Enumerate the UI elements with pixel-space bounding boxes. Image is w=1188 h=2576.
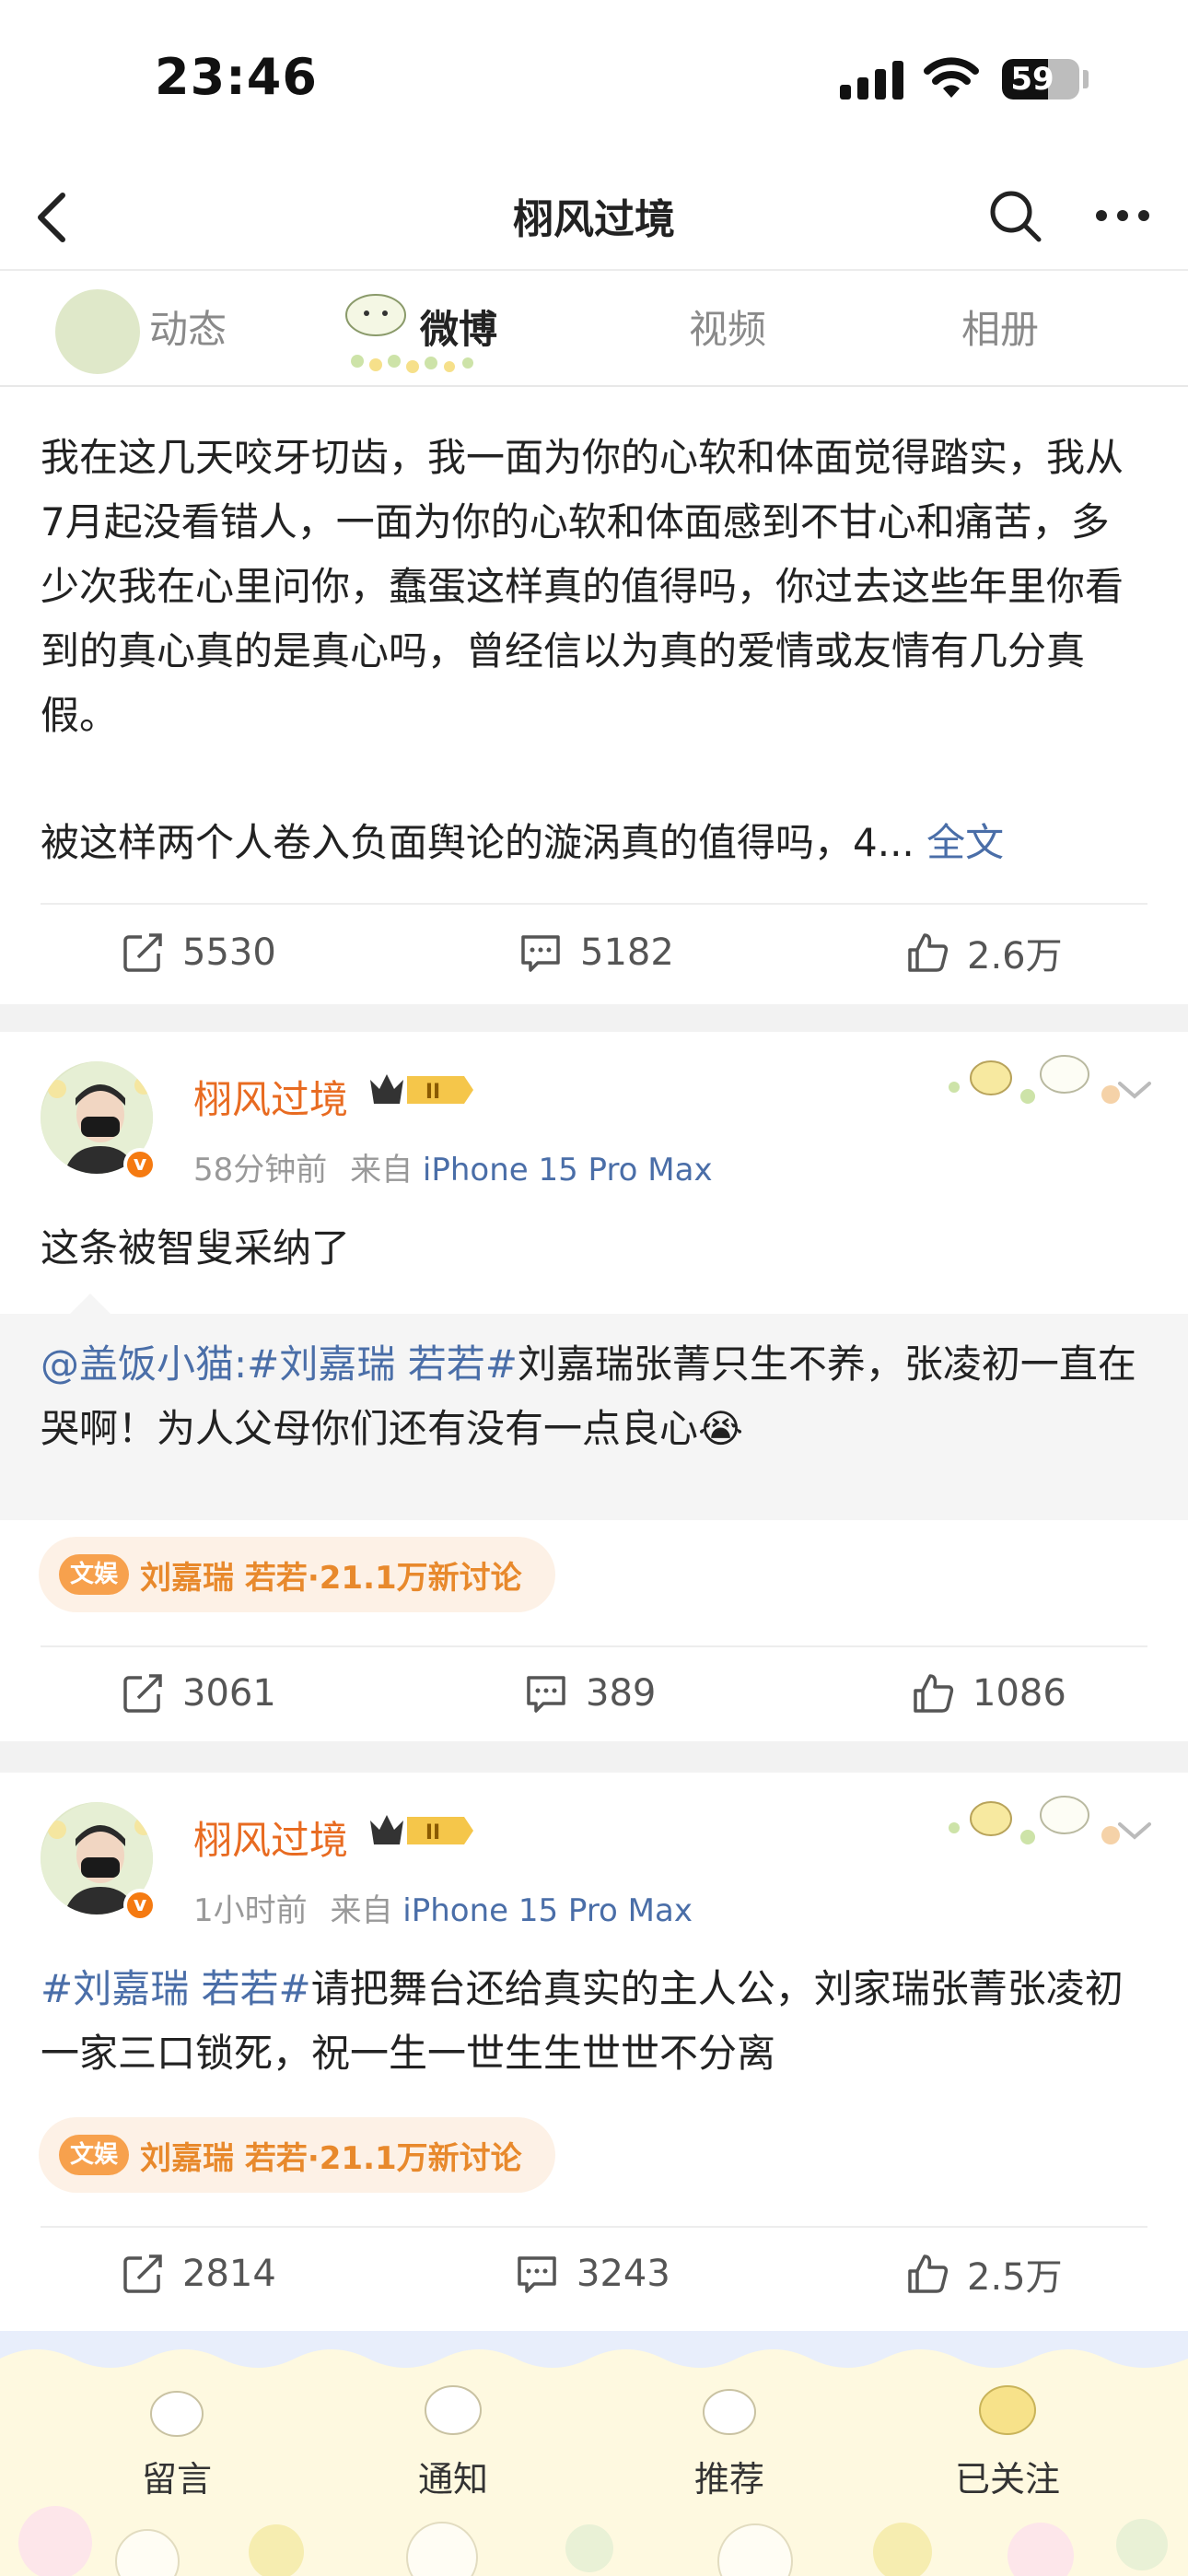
action-bar: 3061 389 1086 — [0, 1647, 1188, 1739]
repost-icon — [123, 1674, 162, 1713]
bottom-toolbar: 留言 通知 推荐 已关注 — [0, 2331, 1188, 2576]
topic-category-badge: 文娱 — [59, 1554, 130, 1595]
repost-count: 3061 — [182, 1672, 276, 1715]
comment-count: 3243 — [577, 2253, 670, 2295]
like-count: 2.5万 — [967, 2256, 1063, 2299]
thumbs-up-icon — [908, 2254, 949, 2293]
post-meta: 58分钟前 来自 iPhone 15 Pro Max — [193, 1144, 713, 1189]
quoted-user-link[interactable]: @盖饭小猫: — [41, 1341, 247, 1387]
quoted-post[interactable]: @盖饭小猫:#刘嘉瑞 若若#刘嘉瑞张菁只生不养，张凌初一直在哭啊！为人父母你们还… — [0, 1294, 1188, 1520]
bottom-tab-recommend[interactable]: 推荐 — [656, 2451, 803, 2501]
repost-icon — [123, 933, 162, 972]
repost-count: 2814 — [182, 2253, 276, 2295]
hashtag-link[interactable]: #刘嘉瑞 若若# — [41, 1966, 311, 2011]
bottom-tab-following[interactable]: 已关注 — [934, 2451, 1081, 2501]
battery-cap — [1083, 70, 1089, 88]
chevron-down-icon[interactable] — [1114, 1076, 1155, 1104]
post-text-continued: 被这样两个人卷入负面舆论的漩涡真的值得吗，4... 全文 — [41, 811, 1147, 875]
comment-button[interactable]: 389 — [525, 1647, 656, 1739]
topic-text: 刘嘉瑞 若若·21.1万新讨论 — [140, 1559, 522, 1597]
quote-notch — [70, 1294, 111, 1314]
repost-button[interactable]: 5530 — [122, 907, 276, 999]
repost-button[interactable]: 3061 — [122, 1647, 276, 1739]
cellular-signal-icon — [840, 61, 903, 100]
repost-button[interactable]: 2814 — [122, 2228, 276, 2320]
comment-button[interactable]: 5182 — [519, 907, 674, 999]
username[interactable]: 栩风过境 — [193, 1809, 348, 1866]
like-button[interactable]: 1086 — [912, 1647, 1066, 1739]
comment-icon — [527, 1676, 565, 1713]
divider — [41, 903, 1147, 905]
search-icon[interactable] — [985, 186, 1044, 245]
tab-album[interactable]: 相册 — [908, 299, 1092, 355]
avatar[interactable] — [52, 286, 144, 378]
post-text-part: 被这样两个人卷入负面舆论的漩涡真的值得吗，4... — [41, 820, 914, 865]
battery-level: 59 — [1010, 61, 1054, 98]
post-text: 这条被智叟采纳了 — [41, 1225, 351, 1270]
profile-tabs: 动态 微博 视频 相册 — [0, 269, 1188, 387]
username[interactable]: 栩风过境 — [193, 1069, 348, 1125]
nav-header: 栩风过境 — [0, 166, 1188, 269]
bottom-tab-messages[interactable]: 留言 — [103, 2451, 250, 2501]
post-card-2: v 栩风过境 II 58分钟前 来自 iPhone 15 Pro Max 这条被… — [0, 1032, 1188, 1741]
svg-text:II: II — [425, 1081, 440, 1104]
vip-crown-badge-icon[interactable]: II — [367, 1809, 477, 1852]
topic-chip[interactable]: 文娱 刘嘉瑞 若若·21.1万新讨论 — [39, 2117, 555, 2193]
comment-button[interactable]: 3243 — [516, 2228, 670, 2320]
crying-emoji-icon: 😭 — [698, 1406, 744, 1451]
post-time: 58分钟前 — [193, 1152, 328, 1188]
comment-icon — [518, 2256, 556, 2293]
thumbs-up-icon — [914, 1674, 954, 1713]
tab-video[interactable]: 视频 — [635, 299, 820, 355]
like-count: 2.6万 — [967, 935, 1063, 978]
comment-icon — [521, 935, 560, 972]
like-button[interactable]: 2.5万 — [906, 2228, 1063, 2320]
like-button[interactable]: 2.6万 — [906, 907, 1063, 999]
repost-count: 5530 — [182, 931, 276, 974]
more-options-icon[interactable] — [1090, 186, 1155, 245]
post-meta: 1小时前 来自 iPhone 15 Pro Max — [193, 1885, 693, 1930]
device-source[interactable]: iPhone 15 Pro Max — [402, 1892, 693, 1929]
action-bar: 2814 3243 2.5万 — [0, 2228, 1188, 2320]
comment-count: 5182 — [580, 931, 674, 974]
tab-weibo[interactable]: 微博 — [367, 299, 551, 355]
action-bar: 5530 5182 2.6万 — [0, 907, 1188, 999]
post-card-1: 我在这几天咬牙切齿，我一面为你的心软和体面觉得踏实，我从7月起没看错人，一面为你… — [0, 286, 1188, 1004]
verified-badge-icon: v — [123, 1148, 157, 1181]
verified-badge-icon: v — [123, 1889, 157, 1922]
wifi-icon — [924, 57, 979, 98]
vip-crown-badge-icon[interactable]: II — [367, 1069, 477, 1111]
source-prefix: 来自 — [350, 1152, 413, 1188]
post-text: #刘嘉瑞 若若#请把舞台还给真实的主人公，刘家瑞张菁张凌初一家三口锁死，祝一生一… — [41, 1957, 1147, 2086]
like-count: 1086 — [973, 1672, 1066, 1715]
quoted-text: @盖饭小猫:#刘嘉瑞 若若#刘嘉瑞张菁只生不养，张凌初一直在哭啊！为人父母你们还… — [41, 1332, 1147, 1461]
status-bar: 23:46 59 — [0, 0, 1188, 166]
full-text-link[interactable]: 全文 — [926, 820, 1004, 865]
svg-text:II: II — [425, 1821, 440, 1844]
topic-text: 刘嘉瑞 若若·21.1万新讨论 — [140, 2139, 522, 2177]
source-prefix: 来自 — [330, 1892, 393, 1929]
topic-category-badge: 文娱 — [59, 2135, 130, 2175]
chevron-down-icon[interactable] — [1114, 1817, 1155, 1844]
repost-icon — [123, 2254, 162, 2293]
hashtag-link[interactable]: #刘嘉瑞 若若# — [247, 1341, 518, 1387]
status-time: 23:46 — [155, 48, 318, 106]
device-source[interactable]: iPhone 15 Pro Max — [423, 1152, 713, 1188]
topic-chip[interactable]: 文娱 刘嘉瑞 若若·21.1万新讨论 — [39, 1537, 555, 1612]
comment-count: 389 — [586, 1672, 657, 1715]
bottom-tab-notifications[interactable]: 通知 — [379, 2451, 527, 2501]
post-card-3: v 栩风过境 II 1小时前 来自 iPhone 15 Pro Max #刘嘉瑞… — [0, 1773, 1188, 2331]
battery-icon: 59 — [1002, 59, 1079, 100]
thumbs-up-icon — [908, 933, 949, 972]
post-text: 我在这几天咬牙切齿，我一面为你的心软和体面觉得踏实，我从7月起没看错人，一面为你… — [41, 435, 1124, 738]
post-time: 1小时前 — [193, 1892, 308, 1929]
